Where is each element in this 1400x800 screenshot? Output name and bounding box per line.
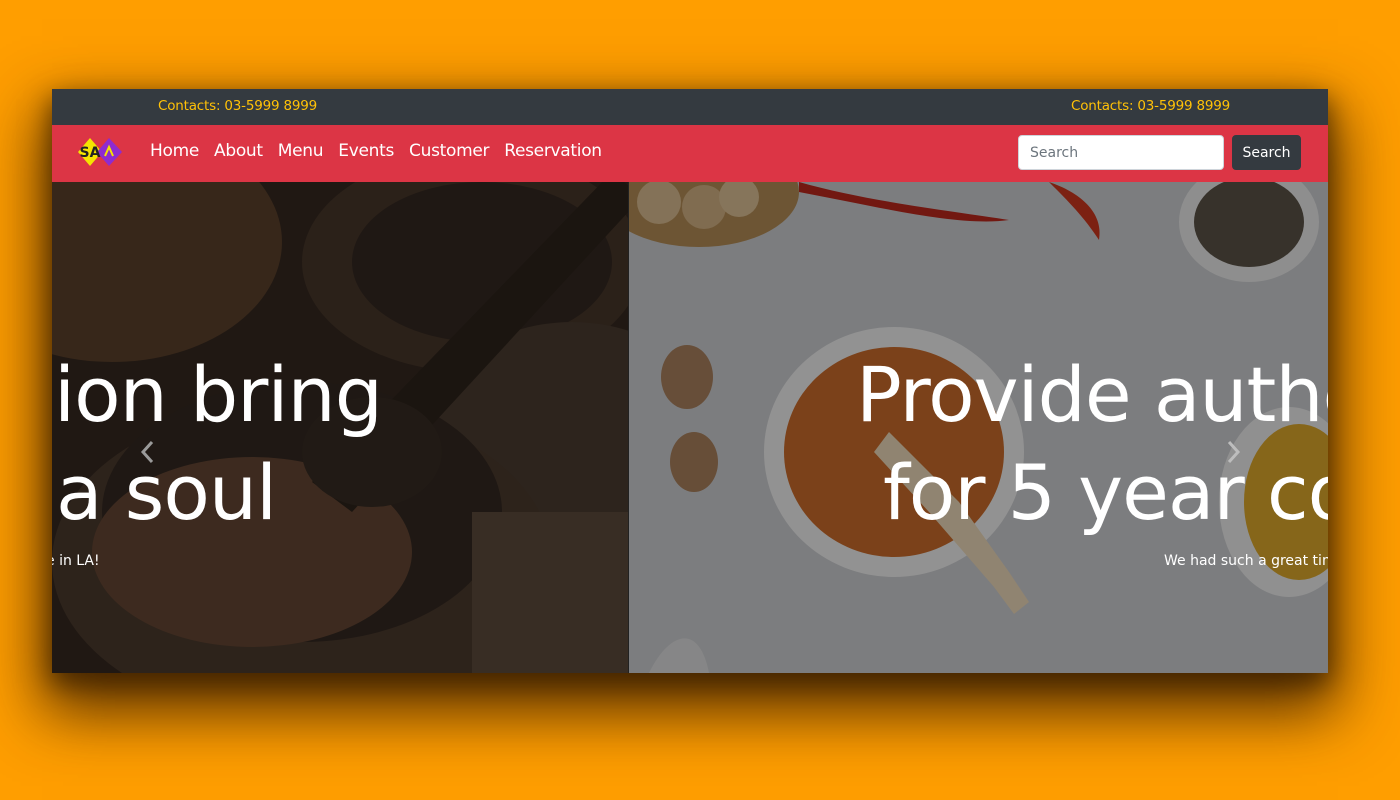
nav-link-menu[interactable]: Menu (278, 141, 324, 161)
slide-heading-line2: for 5 year co (883, 448, 1328, 537)
chevron-right-icon[interactable] (1221, 438, 1245, 466)
slide-heading-line2: a soul (56, 448, 277, 537)
nav-link-about[interactable]: About (214, 141, 263, 161)
carousel-slide-active: Provide authe for 5 year co We had such … (629, 182, 1328, 673)
search-input[interactable] (1018, 135, 1224, 170)
carousel-slide-previous: ion bring a soul e in LA! (52, 182, 628, 673)
browser-page: Contacts: 03-5999 8999 Contacts: 03-5999… (52, 89, 1328, 673)
brand-logo-icon[interactable]: SA (76, 134, 128, 170)
search-button[interactable]: Search (1232, 135, 1301, 170)
contact-topbar: Contacts: 03-5999 8999 Contacts: 03-5999… (52, 89, 1328, 125)
contact-phone-left: Contacts: 03-5999 8999 (158, 98, 318, 114)
slide-heading-line1: ion bring (54, 350, 383, 439)
hero-carousel: ion bring a soul e in LA! (52, 182, 1328, 673)
slide-heading-line1: Provide authe (856, 350, 1328, 439)
slide-subtext: e in LA! (52, 553, 100, 569)
nav-link-home[interactable]: Home (150, 141, 199, 161)
nav-link-customer[interactable]: Customer (409, 141, 489, 161)
nav-link-reservation[interactable]: Reservation (504, 141, 602, 161)
nav-link-events[interactable]: Events (338, 141, 394, 161)
logo-letter-s: SA (80, 145, 101, 161)
slide-subtext: We had such a great time (1164, 553, 1328, 569)
chevron-left-icon[interactable] (136, 438, 160, 466)
nav-links: Home About Menu Events Customer Reservat… (150, 141, 617, 161)
main-navbar: SA Home About Menu Events Customer Reser… (52, 125, 1328, 182)
contact-phone-right: Contacts: 03-5999 8999 (1071, 98, 1231, 114)
